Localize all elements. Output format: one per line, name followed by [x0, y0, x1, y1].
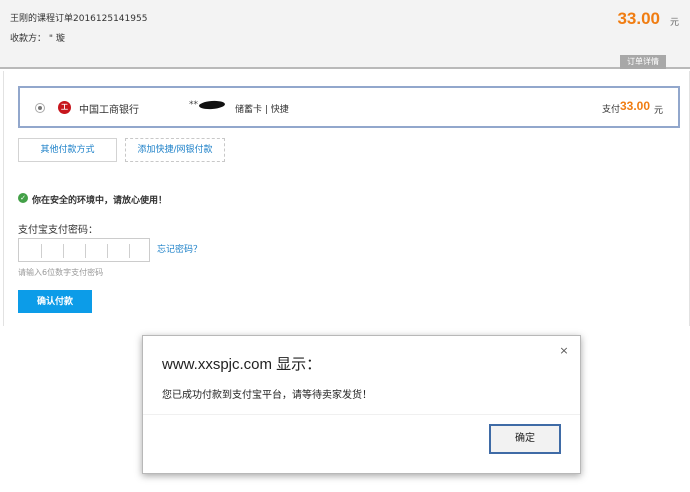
bank-option-row[interactable]: 工 中国工商银行 ** 储蓄卡 | 快捷 支付 33.00 元 [18, 86, 680, 128]
dialog-message: 您已成功付款到支付宝平台，请等待卖家发货！ [162, 390, 372, 401]
order-header: 王刚的课程订单2016125141955 收款方： " 璇 33.00 元 订单… [0, 0, 690, 69]
icbc-logo-icon: 工 [58, 101, 71, 114]
card-number: ** [189, 100, 198, 110]
forgot-password-link[interactable]: 忘记密码？ [157, 242, 202, 255]
security-message: 你在安全的环境中，请放心使用！ [32, 196, 168, 206]
order-detail-tab[interactable]: 订单详情 [620, 55, 666, 69]
password-cell-divider [85, 244, 86, 258]
password-hint: 请输入6位数字支付密码 [18, 268, 104, 277]
password-cell-divider [129, 244, 130, 258]
order-amount: 33.00 [617, 9, 660, 28]
dialog-divider [143, 414, 580, 415]
password-cell-divider [41, 244, 42, 258]
bank-name: 中国工商银行 [79, 105, 139, 116]
redacted-card-number [198, 100, 226, 110]
password-cell-divider [63, 244, 64, 258]
ok-button[interactable]: 确定 [489, 424, 561, 454]
order-title: 王刚的课程订单2016125141955 [10, 14, 148, 24]
confirm-payment-button[interactable]: 确认付款 [18, 290, 92, 313]
check-circle-icon: ✓ [18, 193, 28, 203]
order-currency: 元 [669, 18, 679, 28]
pay-label: 支付 [601, 105, 620, 115]
password-label: 支付宝支付密码： [18, 225, 98, 236]
payee-label: 收款方： " 璇 [10, 34, 65, 44]
close-icon[interactable]: × [557, 344, 571, 358]
dialog-title: www.xxspjc.com 显示： [162, 356, 322, 373]
add-quick-bank-button[interactable]: 添加快捷/网银付款 [125, 138, 225, 162]
pay-amount: 33.00 [619, 99, 650, 113]
radio-selected-icon[interactable] [35, 103, 45, 113]
other-payment-method-button[interactable]: 其他付款方式 [18, 138, 117, 162]
password-input[interactable] [18, 238, 150, 262]
pay-currency: 元 [653, 106, 663, 116]
card-type: 储蓄卡 | 快捷 [235, 105, 289, 115]
password-cell-divider [107, 244, 108, 258]
alert-dialog: www.xxspjc.com 显示： × 您已成功付款到支付宝平台，请等待卖家发… [142, 335, 581, 474]
